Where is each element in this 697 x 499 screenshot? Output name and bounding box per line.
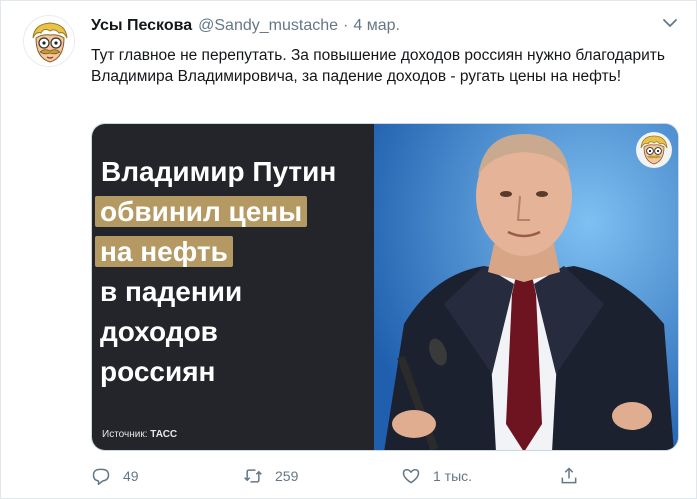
media-text-panel: Владимир Путин обвинил цены на нефть в п… <box>92 124 374 450</box>
headline-line: в падении <box>100 276 243 307</box>
chevron-down-icon[interactable] <box>662 17 678 29</box>
media-photo <box>374 124 678 450</box>
share-icon <box>561 467 577 484</box>
tweet-media-image[interactable]: Владимир Путин обвинил цены на нефть в п… <box>91 123 679 451</box>
retweet-button[interactable]: 259 <box>243 463 298 489</box>
media-headline: Владимир Путин обвинил цены на нефть в п… <box>95 152 337 392</box>
retweet-count: 259 <box>275 468 299 484</box>
author-handle[interactable]: @Sandy_mustache <box>198 17 338 35</box>
like-count: 1 тыс. <box>433 468 473 484</box>
avatar[interactable] <box>23 15 75 67</box>
author-name[interactable]: Усы Пескова <box>91 17 192 35</box>
headline-line: россиян <box>100 356 216 387</box>
reply-count: 49 <box>123 468 139 484</box>
share-button[interactable] <box>559 463 591 489</box>
like-icon <box>402 469 420 484</box>
retweet-icon <box>244 469 262 483</box>
reply-icon <box>92 468 110 486</box>
headline-line-highlight: на нефть <box>95 232 336 272</box>
tweet-card[interactable]: Усы Пескова @Sandy_mustache · 4 мар. Тут… <box>1 1 697 499</box>
person-photo-illustration <box>374 124 678 450</box>
headline-line: Владимир Путин <box>101 156 337 187</box>
tweet-text: Тут главное не перепутать. За повышение … <box>91 47 665 85</box>
tweet-header: Усы Пескова @Sandy_mustache · 4 мар. <box>91 17 400 39</box>
avatar-cartoon-face-icon <box>24 16 74 66</box>
reply-button[interactable]: 49 <box>91 463 139 489</box>
source-name: ТАСС <box>150 429 178 440</box>
like-button[interactable]: 1 тыс. <box>401 463 472 489</box>
watermark-cartoon-face <box>636 132 672 168</box>
media-source: Источник: ТАСС <box>102 429 177 440</box>
headline-line: доходов <box>100 316 218 347</box>
source-label: Источник: <box>102 429 148 440</box>
tweet-date[interactable]: 4 мар. <box>353 17 400 35</box>
separator-dot: · <box>343 17 349 34</box>
headline-line-highlight: обвинил цены <box>95 192 336 232</box>
tweet-actions: 49 259 1 тыс. <box>91 463 611 489</box>
